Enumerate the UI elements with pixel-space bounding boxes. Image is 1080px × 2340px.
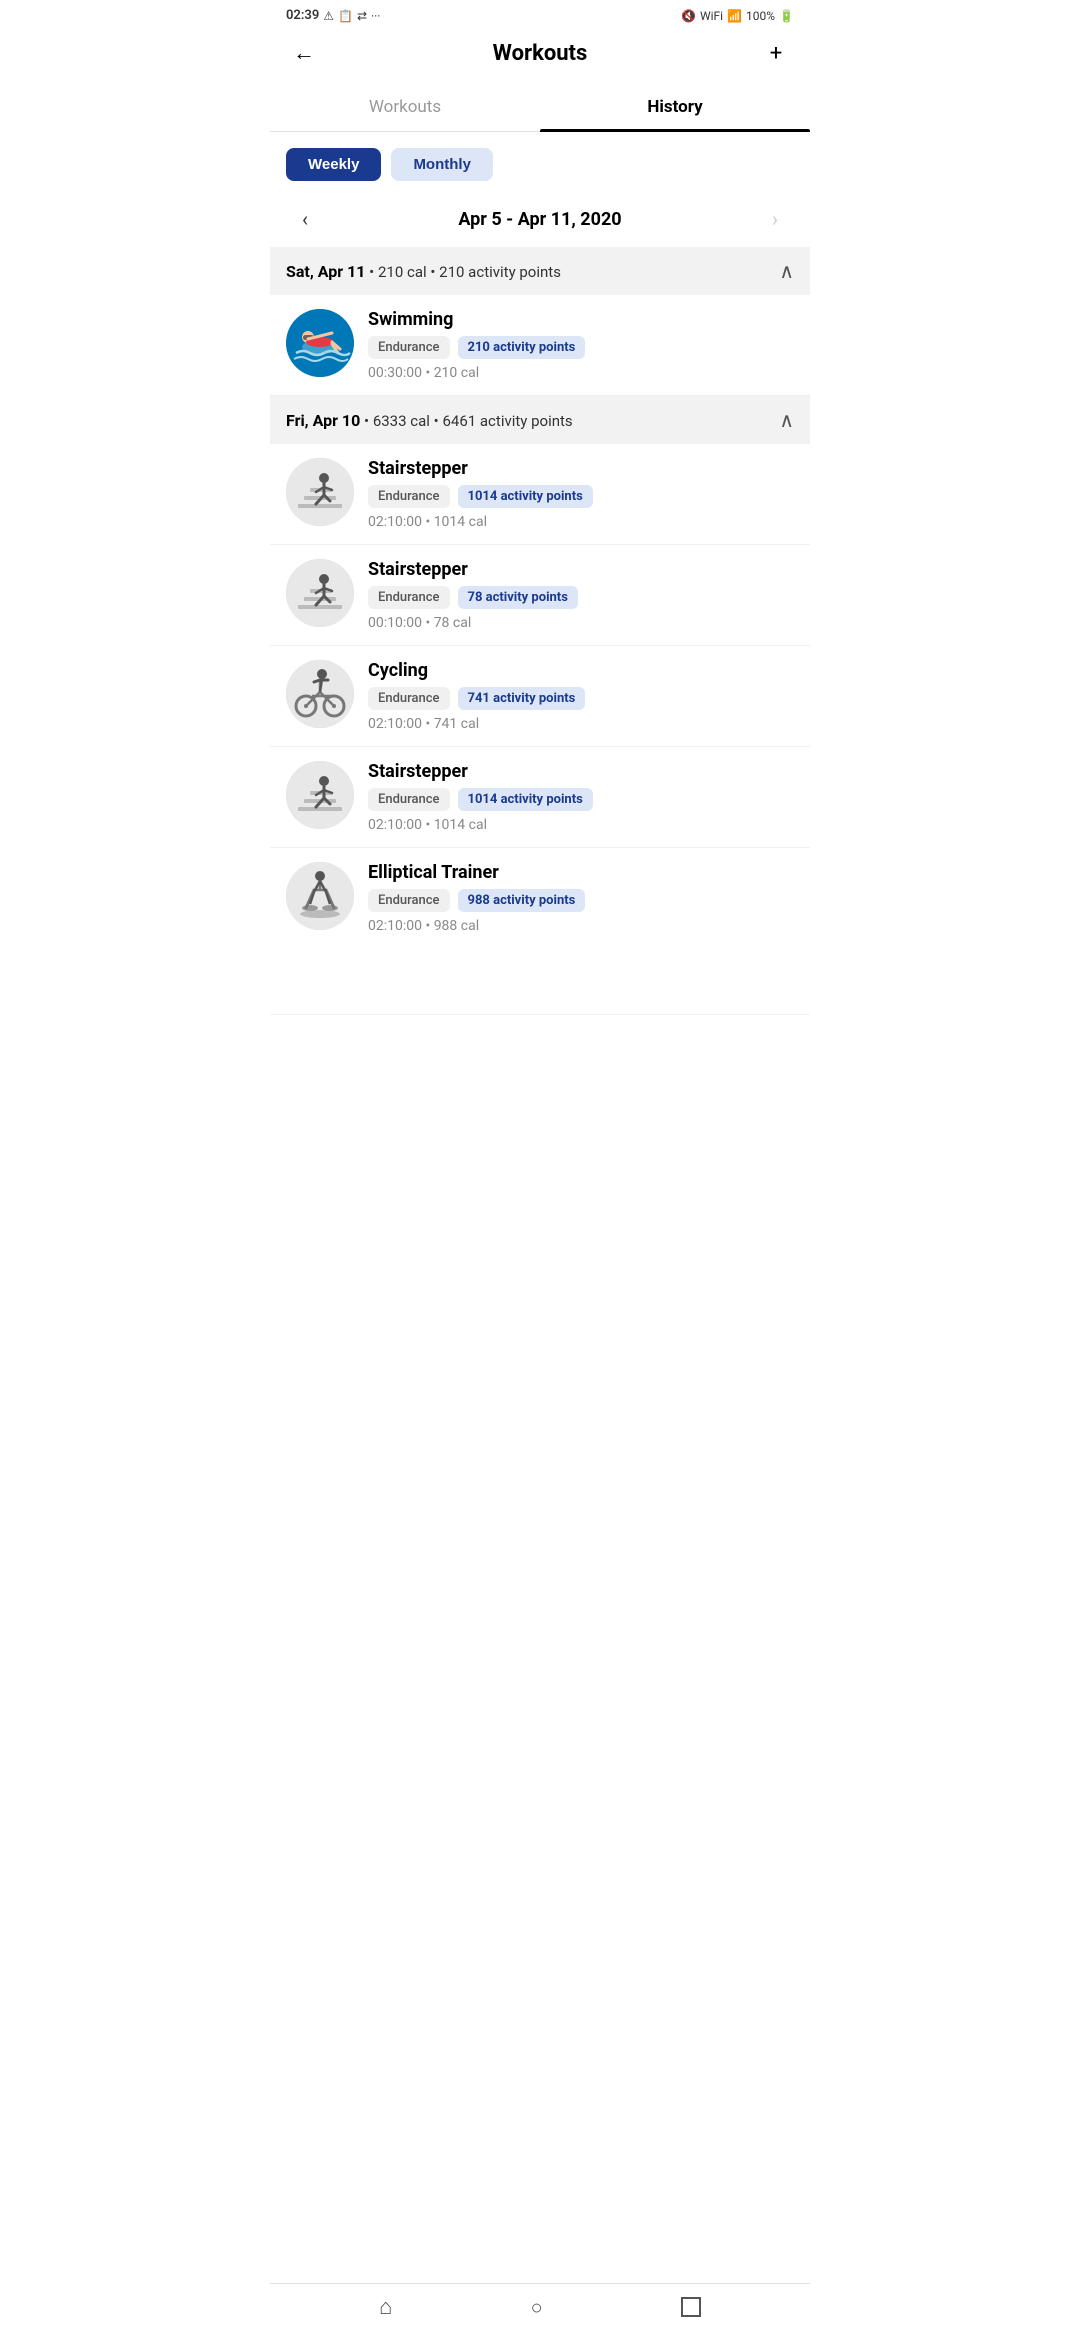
tag-points-ss3: 1014 activity points (458, 788, 593, 811)
day-header-fri-info: Fri, Apr 10 • 6333 cal • 6461 activity p… (286, 411, 573, 430)
square-nav-button[interactable] (681, 2297, 701, 2317)
workout-details-stairstepper-2: Stairstepper Endurance 78 activity point… (368, 559, 794, 631)
workout-item-cycling: Cycling Endurance 741 activity points 02… (270, 646, 810, 747)
workout-item-stairstepper-1: Stairstepper Endurance 1014 activity poi… (270, 444, 810, 545)
workout-icon-stairstepper-3 (286, 761, 354, 829)
workout-icon-elliptical (286, 862, 354, 930)
workout-name-swimming: Swimming (368, 309, 794, 330)
status-bar: 02:39 ⚠ 📋 ⇄ ··· 🔇 WiFi 📶 100% 🔋 (270, 0, 810, 27)
workout-item-swimming: Swimming Endurance 210 activity points 0… (270, 295, 810, 396)
workout-icon-swimming (286, 309, 354, 377)
workout-tags-stairstepper-3: Endurance 1014 activity points (368, 788, 794, 811)
tag-endurance-ss2: Endurance (368, 586, 450, 609)
status-right: 🔇 WiFi 📶 100% 🔋 (681, 9, 794, 23)
tag-points-ss2: 78 activity points (458, 586, 578, 609)
warning-icon: ⚠ (323, 9, 334, 23)
workout-name-cycling: Cycling (368, 660, 794, 681)
tag-endurance-swimming: Endurance (368, 336, 450, 359)
workout-meta-cycling: 02:10:00 • 741 cal (368, 716, 794, 732)
chat-icon: ○ (531, 2295, 543, 2320)
workout-tags-stairstepper-2: Endurance 78 activity points (368, 586, 794, 609)
workout-meta-ss1: 02:10:00 • 1014 cal (368, 514, 794, 530)
workout-meta-swimming: 00:30:00 • 210 cal (368, 365, 794, 381)
day-points-sat: 210 activity points (439, 263, 561, 281)
workout-name-stairstepper-1: Stairstepper (368, 458, 794, 479)
home-icon: ⌂ (379, 2294, 392, 2320)
workout-item-stairstepper-2: Stairstepper Endurance 78 activity point… (270, 545, 810, 646)
tag-endurance-ss3: Endurance (368, 788, 450, 811)
workout-tags-cycling: Endurance 741 activity points (368, 687, 794, 710)
page-header: ← Workouts + (270, 27, 810, 83)
workout-meta-elliptical: 02:10:00 • 988 cal (368, 918, 794, 934)
wifi-icon: WiFi (700, 9, 723, 23)
workout-item-stairstepper-3: Stairstepper Endurance 1014 activity poi… (270, 747, 810, 848)
workout-name-stairstepper-3: Stairstepper (368, 761, 794, 782)
tab-workouts[interactable]: Workouts (270, 83, 540, 131)
day-name-sat: Sat, Apr 11 (286, 262, 365, 281)
workout-details-stairstepper-1: Stairstepper Endurance 1014 activity poi… (368, 458, 794, 530)
square-icon (681, 2297, 701, 2317)
battery-label: 100% (746, 9, 775, 23)
week-label: Apr 5 - Apr 11, 2020 (458, 209, 621, 230)
workout-details-cycling: Cycling Endurance 741 activity points 02… (368, 660, 794, 732)
clipboard-icon: 📋 (338, 9, 353, 23)
page-title: Workouts (493, 41, 588, 66)
workout-tags-swimming: Endurance 210 activity points (368, 336, 794, 359)
tag-points-cycling: 741 activity points (458, 687, 586, 710)
workout-details-swimming: Swimming Endurance 210 activity points 0… (368, 309, 794, 381)
filter-monthly-button[interactable]: Monthly (391, 148, 493, 181)
day-header-sat: Sat, Apr 11 • 210 cal • 210 activity poi… (270, 247, 810, 295)
prev-week-button[interactable]: ‹ (290, 207, 320, 231)
workout-details-elliptical: Elliptical Trainer Endurance 988 activit… (368, 862, 794, 934)
day-cal-fri: 6333 cal (373, 412, 430, 430)
usb-icon: ⇄ (357, 9, 367, 23)
day-collapse-sat[interactable]: ∧ (779, 259, 794, 283)
dots-icon: ··· (371, 9, 380, 23)
workout-name-stairstepper-2: Stairstepper (368, 559, 794, 580)
workout-details-stairstepper-3: Stairstepper Endurance 1014 activity poi… (368, 761, 794, 833)
signal-icon: 📶 (727, 9, 742, 23)
tag-points-ss1: 1014 activity points (458, 485, 593, 508)
chat-nav-button[interactable]: ○ (531, 2295, 543, 2320)
workout-name-elliptical: Elliptical Trainer (368, 862, 794, 883)
status-time: 02:39 (286, 8, 319, 23)
workout-icon-cycling (286, 660, 354, 728)
tab-bar: Workouts History (270, 83, 810, 132)
mute-icon: 🔇 (681, 9, 696, 23)
tag-points-swimming: 210 activity points (458, 336, 586, 359)
filter-row: Weekly Monthly (270, 132, 810, 197)
tab-history[interactable]: History (540, 83, 810, 131)
workout-meta-ss3: 02:10:00 • 1014 cal (368, 817, 794, 833)
back-button[interactable]: ← (286, 35, 322, 71)
tag-endurance-ss1: Endurance (368, 485, 450, 508)
day-header-fri: Fri, Apr 10 • 6333 cal • 6461 activity p… (270, 396, 810, 444)
workout-meta-ss2: 00:10:00 • 78 cal (368, 615, 794, 631)
week-navigator: ‹ Apr 5 - Apr 11, 2020 › (270, 197, 810, 247)
home-nav-button[interactable]: ⌂ (379, 2294, 392, 2320)
filter-weekly-button[interactable]: Weekly (286, 148, 381, 181)
bottom-nav: ⌂ ○ (270, 2283, 810, 2340)
workout-icon-stairstepper-1 (286, 458, 354, 526)
day-name-fri: Fri, Apr 10 (286, 411, 360, 430)
status-left: 02:39 ⚠ 📋 ⇄ ··· (286, 8, 380, 23)
workout-tags-elliptical: Endurance 988 activity points (368, 889, 794, 912)
tag-points-elliptical: 988 activity points (458, 889, 586, 912)
workout-item-elliptical: Elliptical Trainer Endurance 988 activit… (270, 848, 810, 1015)
day-collapse-fri[interactable]: ∧ (779, 408, 794, 432)
tag-endurance-cycling: Endurance (368, 687, 450, 710)
next-week-button[interactable]: › (760, 207, 790, 231)
battery-icon: 🔋 (779, 9, 794, 23)
workout-tags-stairstepper-1: Endurance 1014 activity points (368, 485, 794, 508)
add-button[interactable]: + (758, 35, 794, 71)
tag-endurance-elliptical: Endurance (368, 889, 450, 912)
day-cal-sat: 210 cal (378, 263, 427, 281)
day-header-sat-info: Sat, Apr 11 • 210 cal • 210 activity poi… (286, 262, 561, 281)
workout-icon-stairstepper-2 (286, 559, 354, 627)
day-points-fri: 6461 activity points (442, 412, 572, 430)
